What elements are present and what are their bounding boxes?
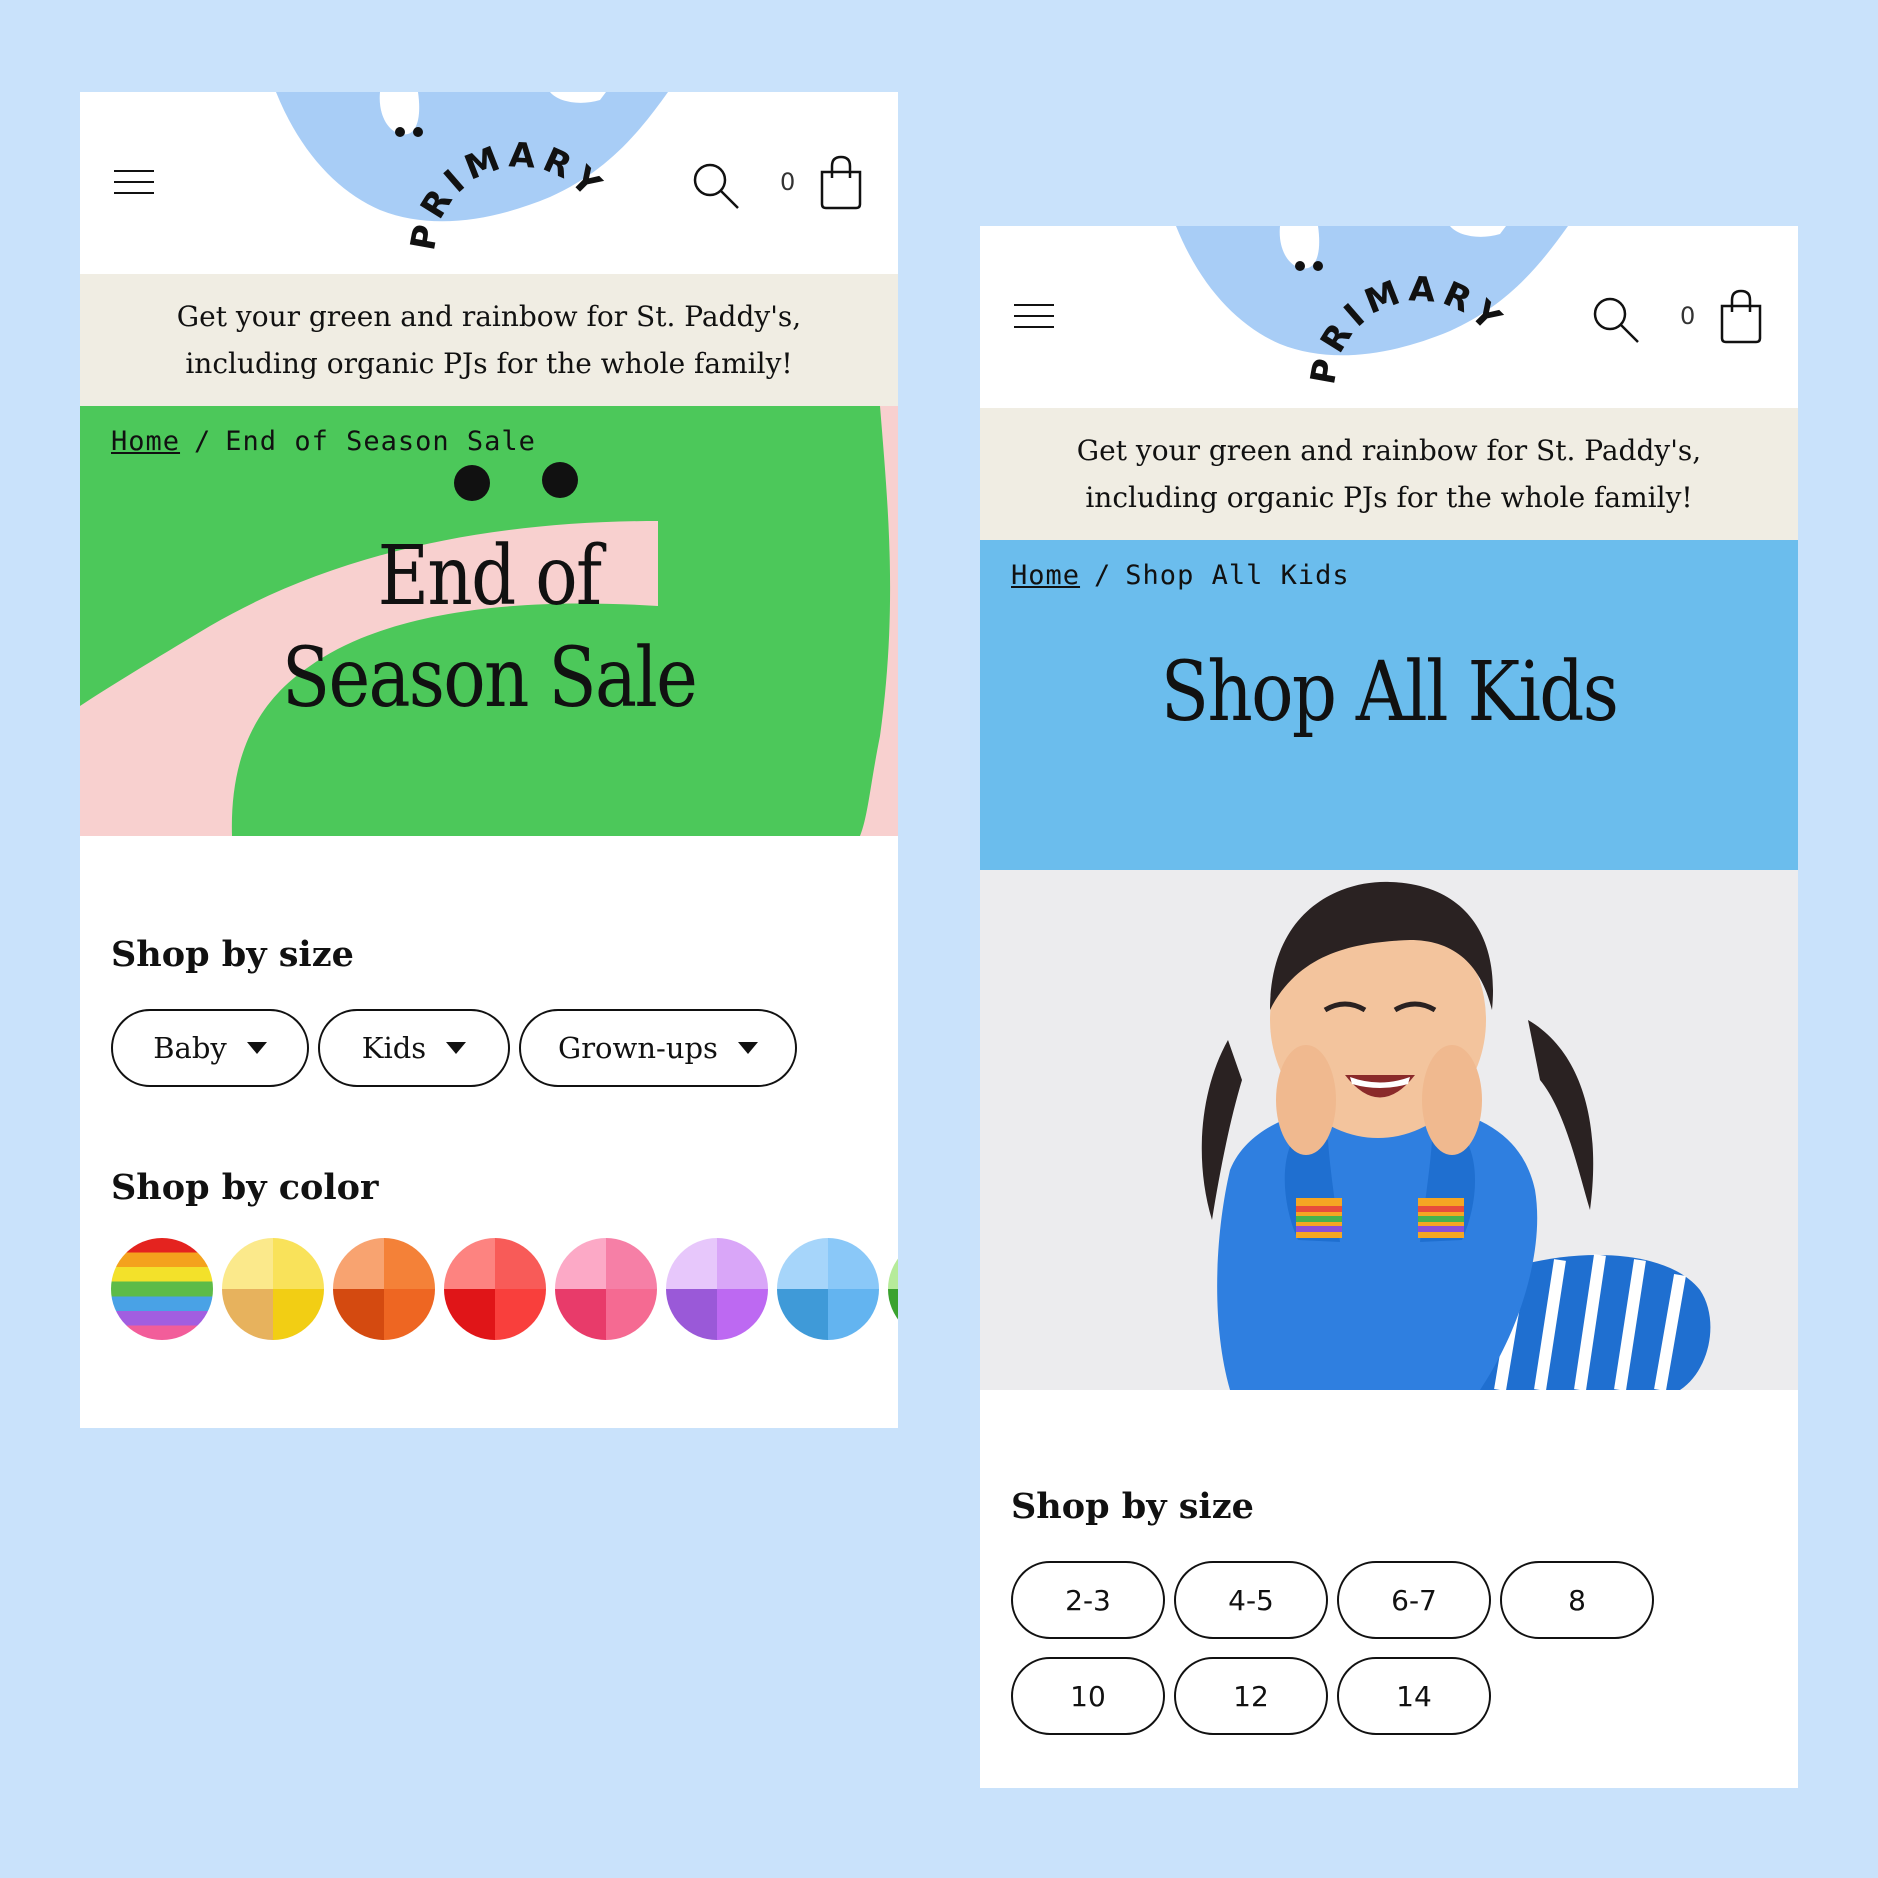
phone-screen-sale: PRIMARY 0 Get your green and rainbow for… xyxy=(80,92,898,1428)
breadcrumb: Home / Shop All Kids xyxy=(1011,560,1350,591)
breadcrumb-current: End of Season Sale xyxy=(225,426,536,457)
size-option-button[interactable]: 2-3 xyxy=(1011,1561,1165,1639)
color-swatch-purple[interactable] xyxy=(666,1238,768,1340)
breadcrumb-current: Shop All Kids xyxy=(1125,560,1350,591)
caret-down-icon xyxy=(246,1042,267,1054)
hero-banner: Home / End of Season Sale End of Season Sa… xyxy=(80,406,898,836)
promo-banner: Get your green and rainbow for St. Paddy… xyxy=(980,408,1798,540)
promo-banner: Get your green and rainbow for St. Paddy… xyxy=(80,274,898,406)
breadcrumb-separator: / xyxy=(1094,560,1112,591)
shopping-bag-icon[interactable] xyxy=(1718,288,1764,344)
primary-logo[interactable]: PRIMARY xyxy=(380,112,660,262)
size-dropdown-label: Grown-ups xyxy=(558,1031,718,1065)
hero-banner: Home / Shop All Kids Shop All Kids xyxy=(980,540,1798,870)
size-option-button[interactable]: 8 xyxy=(1500,1561,1654,1639)
phone-screen-kids: PRIMARY 0 Get your green and rainbow for… xyxy=(980,226,1798,1788)
promo-text: Get your green and rainbow for St. Paddy… xyxy=(176,300,802,380)
caret-down-icon xyxy=(446,1042,467,1054)
breadcrumb-home-link[interactable]: Home xyxy=(1011,560,1080,591)
color-swatch-orange[interactable] xyxy=(333,1238,435,1340)
size-option-list: 2-3 4-5 6-7 8 10 12 14 xyxy=(1011,1561,1691,1735)
size-dropdown-label: Baby xyxy=(153,1031,227,1065)
size-category-list: Baby Kids Grown-ups xyxy=(111,1009,898,1087)
size-option-button[interactable]: 4-5 xyxy=(1174,1561,1328,1639)
caret-down-icon xyxy=(737,1042,758,1054)
color-swatch-red[interactable] xyxy=(444,1238,546,1340)
breadcrumb: Home / End of Season Sale xyxy=(111,426,536,457)
shop-by-size-heading: Shop by size xyxy=(111,934,354,975)
size-option-button[interactable]: 10 xyxy=(1011,1657,1165,1735)
site-header: PRIMARY 0 xyxy=(980,226,1798,408)
smiling-child-image xyxy=(980,870,1798,1390)
cart-count: 0 xyxy=(1680,302,1696,330)
color-swatch-green[interactable] xyxy=(888,1238,898,1340)
breadcrumb-home-link[interactable]: Home xyxy=(111,426,180,457)
size-option-button[interactable]: 14 xyxy=(1337,1657,1491,1735)
hamburger-menu-icon[interactable] xyxy=(114,170,154,196)
primary-logo[interactable]: PRIMARY xyxy=(1280,246,1560,396)
size-option-button[interactable]: 12 xyxy=(1174,1657,1328,1735)
svg-text:PRIMARY: PRIMARY xyxy=(1303,269,1512,387)
shop-by-color-heading: Shop by color xyxy=(111,1167,379,1208)
breadcrumb-separator: / xyxy=(194,426,212,457)
color-swatch-pink[interactable] xyxy=(555,1238,657,1340)
svg-text:PRIMARY: PRIMARY xyxy=(403,135,612,253)
size-option-button[interactable]: 6-7 xyxy=(1337,1561,1491,1639)
hamburger-menu-icon[interactable] xyxy=(1014,304,1054,330)
size-dropdown-kids[interactable]: Kids xyxy=(318,1009,510,1087)
size-dropdown-baby[interactable]: Baby xyxy=(111,1009,309,1087)
shop-by-size-heading: Shop by size xyxy=(1011,1486,1254,1527)
page-title: End of Season Sale xyxy=(281,529,698,726)
promo-text: Get your green and rainbow for St. Paddy… xyxy=(1076,434,1702,514)
site-header: PRIMARY 0 xyxy=(80,92,898,274)
hero-photo xyxy=(980,870,1798,1390)
cart-count: 0 xyxy=(780,168,796,196)
page-title: Shop All Kids xyxy=(1160,645,1619,740)
shopping-bag-icon[interactable] xyxy=(818,154,864,210)
color-swatch-blue[interactable] xyxy=(777,1238,879,1340)
size-dropdown-label: Kids xyxy=(361,1031,427,1065)
size-dropdown-grown-ups[interactable]: Grown-ups xyxy=(519,1009,797,1087)
color-swatch-yellow[interactable] xyxy=(222,1238,324,1340)
color-swatch-rainbow[interactable] xyxy=(111,1238,213,1340)
search-icon[interactable] xyxy=(1590,294,1642,346)
search-icon[interactable] xyxy=(690,160,742,212)
color-swatch-list xyxy=(111,1238,898,1340)
